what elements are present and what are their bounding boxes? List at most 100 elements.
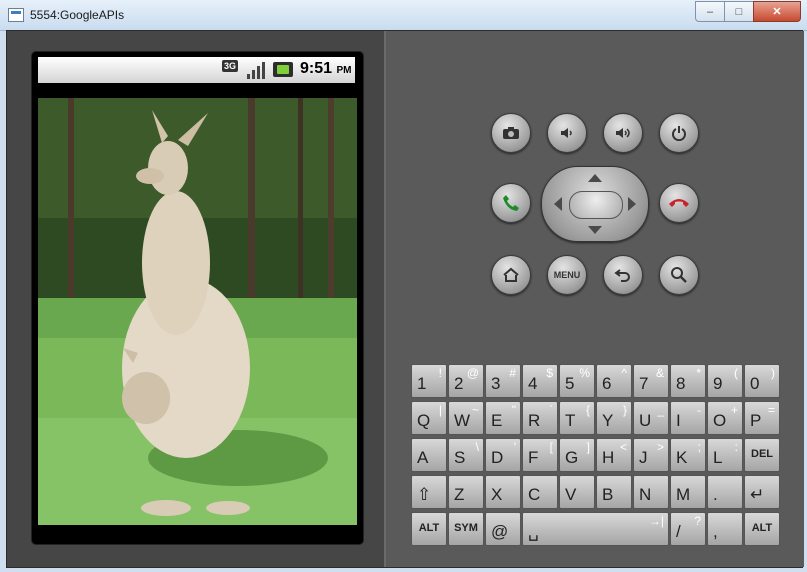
key-v[interactable]: V [559,475,595,509]
hardware-controls-panel: MENU 1! 2 @3 #4 $5% 6 ^ 7 & 8 * 9(0) Q | W ~ E " R ` T{Y} U _ I… [384,31,804,567]
key-c[interactable]: C [522,475,558,509]
key-label: U [639,411,652,430]
key-d[interactable]: D ' [485,438,521,472]
key-label: C [528,485,541,504]
key-g[interactable]: G] [559,438,595,472]
dpad-center-button[interactable] [569,191,623,219]
key-w[interactable]: W ~ [448,401,484,435]
key-l[interactable]: L: [707,438,743,472]
key-a[interactable]: A [411,438,447,472]
key-label: D [491,448,504,467]
dpad[interactable] [541,166,649,242]
phone-call-icon [503,195,519,211]
menu-button[interactable]: MENU [547,255,587,295]
key-slash[interactable]: /? [670,512,706,546]
power-icon [672,126,686,141]
key-sym[interactable]: SYM [448,512,484,546]
call-button[interactable] [491,183,531,223]
key-n[interactable]: N [633,475,669,509]
emulator-frame: 3G 9:51 PM MENU 1 ! 2 @ 3 # 4 $ 5 % 6 ^ … [6,30,804,568]
key-e[interactable]: E " [485,401,521,435]
key-o[interactable]: O + [707,401,743,435]
key-b[interactable]: B [596,475,632,509]
maximize-button[interactable]: □ [724,1,754,22]
key-k[interactable]: K; [670,438,706,472]
key-5[interactable]: 5% [559,364,595,398]
key-label: 6 [602,374,612,393]
power-button[interactable] [659,113,699,153]
key-6[interactable]: 6 ^ [596,364,632,398]
dpad-left-arrow-icon[interactable] [554,197,562,211]
key-y[interactable]: Y} [596,401,632,435]
key-enter[interactable]: ↵ [744,475,780,509]
key-label: 9 [713,374,723,393]
key-alt-label: | [438,403,442,417]
key-1[interactable]: 1! [411,364,447,398]
key-alt-label: ? [694,514,701,528]
camera-icon [503,127,519,139]
back-button[interactable] [603,255,643,295]
network-3g-icon: 3G [222,60,239,72]
key-alt-label: ' [513,440,516,454]
key-label: T [565,411,576,430]
key-del[interactable]: DEL [744,438,780,472]
key-label: W [454,411,471,430]
key-3[interactable]: 3 # [485,364,521,398]
key-i[interactable]: I- [670,401,706,435]
key-period[interactable]: . [707,475,743,509]
home-button[interactable] [491,255,531,295]
kangaroo-photo[interactable] [38,98,357,525]
key-alt-label: + [730,403,738,417]
key-label: P [750,411,762,430]
key-p[interactable]: P = [744,401,780,435]
key-m[interactable]: M [670,475,706,509]
volume-down-button[interactable] [547,113,587,153]
key-alt-left[interactable]: ALT [411,512,447,546]
key-comma[interactable]: , [707,512,743,546]
close-button[interactable]: ✕ [753,1,801,22]
key-8[interactable]: 8 * [670,364,706,398]
key-r[interactable]: R ` [522,401,558,435]
key-4[interactable]: 4 $ [522,364,558,398]
dpad-up-arrow-icon[interactable] [588,174,602,182]
back-arrow-icon [614,269,630,282]
key-shift[interactable]: ⇧ [411,475,447,509]
key-alt-label: } [622,403,627,417]
dpad-down-arrow-icon[interactable] [588,226,602,234]
key-space[interactable]: ␣ →| [522,512,669,546]
key-label: 2 [454,374,464,393]
battery-charging-icon [273,62,293,77]
key-label: O [713,411,727,430]
key-h[interactable]: H < [596,438,632,472]
phone-screen: 3G 9:51 PM [31,51,364,545]
key-label: Z [454,485,465,504]
key-label: 8 [676,374,686,393]
volume-down-icon [561,128,572,138]
key-q[interactable]: Q | [411,401,447,435]
key-0[interactable]: 0) [744,364,780,398]
key-label: R [528,411,541,430]
key-label: K [676,448,688,467]
key-x[interactable]: X [485,475,521,509]
key-2[interactable]: 2 @ [448,364,484,398]
key-at[interactable]: @ [485,512,521,546]
key-alt-right[interactable]: ALT [744,512,780,546]
key-u[interactable]: U _ [633,401,669,435]
key-label: H [602,448,615,467]
dpad-right-arrow-icon[interactable] [628,197,636,211]
end-call-button[interactable] [659,183,699,223]
key-label: V [565,485,577,504]
key-j[interactable]: J > [633,438,669,472]
key-f[interactable]: F[ [522,438,558,472]
key-t[interactable]: T{ [559,401,595,435]
key-alt-label: < [619,440,627,454]
camera-button[interactable] [491,113,531,153]
search-icon [671,267,687,283]
key-9[interactable]: 9( [707,364,743,398]
key-7[interactable]: 7 & [633,364,669,398]
key-s[interactable]: S \ [448,438,484,472]
minimize-button[interactable]: ‒ [695,1,725,22]
volume-up-button[interactable] [603,113,643,153]
key-z[interactable]: Z [448,475,484,509]
search-button[interactable] [659,255,699,295]
